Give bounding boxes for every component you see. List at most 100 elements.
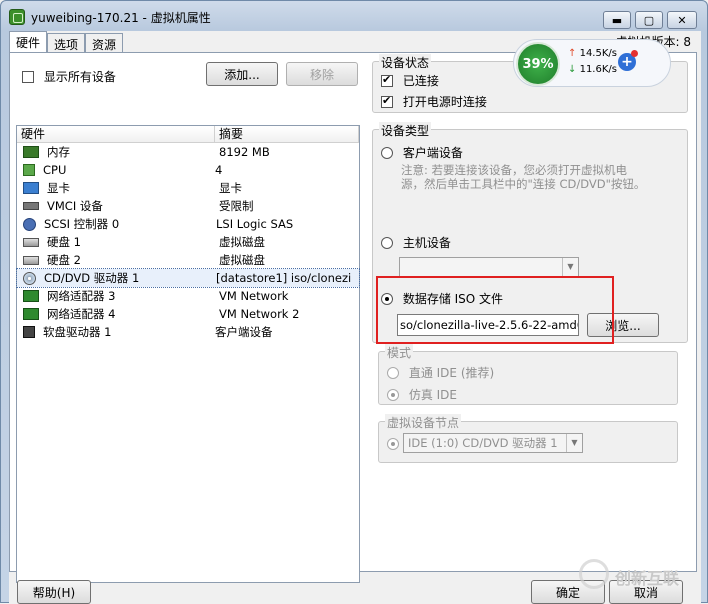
virtual-node-radio[interactable] [387,437,399,450]
hardware-name: 网络适配器 3 [47,289,116,303]
tab-hardware[interactable]: 硬件 [9,31,48,53]
virtual-node-option[interactable] [387,436,399,450]
connect-on-power-option[interactable]: 打开电源时连接 [381,93,487,110]
hardware-summary: 4 [215,163,223,177]
title-bar: yuweibing-170.21 - 虚拟机属性 ▬ ▢ ✕ [1,1,707,31]
client-device-option[interactable]: 客户端设备 [381,144,463,161]
hardware-name: 内存 [47,145,70,159]
virtual-node-value: IDE (1:0) CD/DVD 驱动器 1 [408,436,558,450]
scsi-icon [23,217,36,231]
watermark-logo [579,559,609,589]
vmci-icon [23,202,39,210]
tab-resources[interactable]: 资源 [85,33,124,53]
hardware-name: CD/DVD 驱动器 1 [44,271,140,285]
usage-percent: 39% [516,42,560,86]
hardware-row[interactable]: VMCI 设备 受限制 [17,197,359,215]
disk-icon [23,237,39,247]
network-icon [23,308,39,320]
hardware-row[interactable]: SCSI 控制器 0 LSI Logic SAS [17,215,359,233]
hardware-list-header: 硬件 摘要 [17,126,359,143]
disk-icon [23,255,39,265]
arrow-up-icon: ↑ [568,48,577,59]
tab-options[interactable]: 选项 [47,33,86,53]
passthrough-radio[interactable] [387,366,399,379]
hardware-name: 网络适配器 4 [47,307,116,321]
floppy-icon [23,326,35,338]
connected-label: 已连接 [402,74,439,88]
hardware-row[interactable]: 显卡 显卡 [17,179,359,197]
network-icon [23,290,39,302]
network-monitor-widget[interactable]: 39% ↑ 14.5K/s ↓ 11.6K/s + [513,39,671,87]
hardware-summary: 受限制 [219,199,254,213]
connect-on-power-label: 打开电源时连接 [402,95,487,109]
hardware-row[interactable]: 网络适配器 3 VM Network [17,287,359,305]
highlight-box [376,276,614,344]
properties-window: yuweibing-170.21 - 虚拟机属性 ▬ ▢ ✕ 硬件 选项 资源 … [0,0,708,604]
hardware-summary: 虚拟磁盘 [219,235,265,249]
cpu-icon [23,164,35,176]
chevron-down-icon: ▼ [562,258,578,276]
hardware-row[interactable]: 软盘驱动器 1 客户端设备 [17,323,359,341]
window-title: yuweibing-170.21 - 虚拟机属性 [31,11,211,25]
close-button[interactable]: ✕ [667,11,697,29]
client-device-label: 客户端设备 [402,146,463,160]
help-button[interactable]: 帮助(H) [17,580,91,604]
virtual-node-group: 虚拟设备节点 IDE (1:0) CD/DVD 驱动器 1 ▼ [378,414,678,463]
hardware-row[interactable]: 内存 8192 MB [17,143,359,161]
emulate-radio[interactable] [387,388,399,401]
client-device-radio[interactable] [381,146,393,159]
upload-rate-value: 14.5K/s [579,48,617,59]
passthrough-label: 直通 IDE (推荐) [408,366,495,380]
hardware-name: 软盘驱动器 1 [43,325,112,339]
connect-on-power-checkbox[interactable] [381,94,393,108]
hardware-summary: 虚拟磁盘 [219,253,265,267]
hardware-summary: VM Network [219,289,289,303]
emulate-label: 仿真 IDE [408,388,458,402]
chevron-down-icon: ▼ [566,434,582,452]
mode-title: 模式 [385,344,414,361]
host-device-option[interactable]: 主机设备 [381,234,451,251]
host-device-select[interactable]: ▼ [399,257,579,277]
plus-icon[interactable]: + [618,50,638,71]
hardware-row[interactable]: 网络适配器 4 VM Network 2 [17,305,359,323]
display-icon [23,182,39,194]
mode-group: 模式 直通 IDE (推荐) 仿真 IDE [378,344,678,405]
show-all-checkbox[interactable] [22,70,34,83]
column-summary[interactable]: 摘要 [215,126,359,142]
hardware-row[interactable]: 硬盘 1 虚拟磁盘 [17,233,359,251]
emulate-option[interactable]: 仿真 IDE [387,386,457,403]
hardware-name: CPU [43,163,67,177]
add-button[interactable]: 添加... [206,62,278,86]
hardware-row[interactable]: CD/DVD 驱动器 1 [datastore1] iso/clonezil... [16,268,360,288]
minimize-button[interactable]: ▬ [603,11,631,29]
download-rate: ↓ 11.6K/s [568,64,617,75]
upload-rate: ↑ 14.5K/s [568,48,617,59]
hardware-row[interactable]: 硬盘 2 虚拟磁盘 [17,251,359,269]
hardware-summary: [datastore1] iso/clonezil... [216,271,352,285]
watermark-text: 创新互联 [615,569,680,588]
connected-checkbox[interactable] [381,73,393,87]
show-all-label: 显示所有设备 [43,70,116,84]
dialog-client: 硬件 选项 资源 虚拟机版本: 8 显示所有设备 添加... 移除 硬件 摘要 … [9,31,701,604]
passthrough-option[interactable]: 直通 IDE (推荐) [387,364,494,381]
device-type-title: 设备类型 [379,122,432,139]
column-hardware[interactable]: 硬件 [17,126,215,142]
vm-app-icon [9,9,25,25]
virtual-node-title: 虚拟设备节点 [385,414,462,431]
hardware-name: 硬盘 2 [47,253,81,267]
maximize-button[interactable]: ▢ [635,11,663,29]
host-device-label: 主机设备 [402,236,451,250]
hardware-name: 硬盘 1 [47,235,81,249]
hardware-list[interactable]: 硬件 摘要 内存 8192 MB CPU 4 显卡 显卡 VMCI 设备 受限制 SCSI 控制… [16,125,360,583]
connected-option[interactable]: 已连接 [381,72,439,89]
tab-bar: 硬件 选项 资源 [9,31,124,53]
host-device-radio[interactable] [381,236,393,249]
hardware-row[interactable]: CPU 4 [17,161,359,179]
virtual-node-select[interactable]: IDE (1:0) CD/DVD 驱动器 1 ▼ [403,433,583,453]
show-all-devices[interactable]: 显示所有设备 [22,68,116,85]
hardware-panel: 显示所有设备 添加... 移除 硬件 摘要 内存 8192 MB CPU 4 显卡 显卡 V… [9,52,697,583]
hardware-name: 显卡 [47,181,70,195]
hardware-summary: VM Network 2 [219,307,300,321]
remove-button[interactable]: 移除 [286,62,358,86]
client-note-line2: 源，然后单击工具栏中的"连接 CD/DVD"按钮。 [401,177,646,191]
